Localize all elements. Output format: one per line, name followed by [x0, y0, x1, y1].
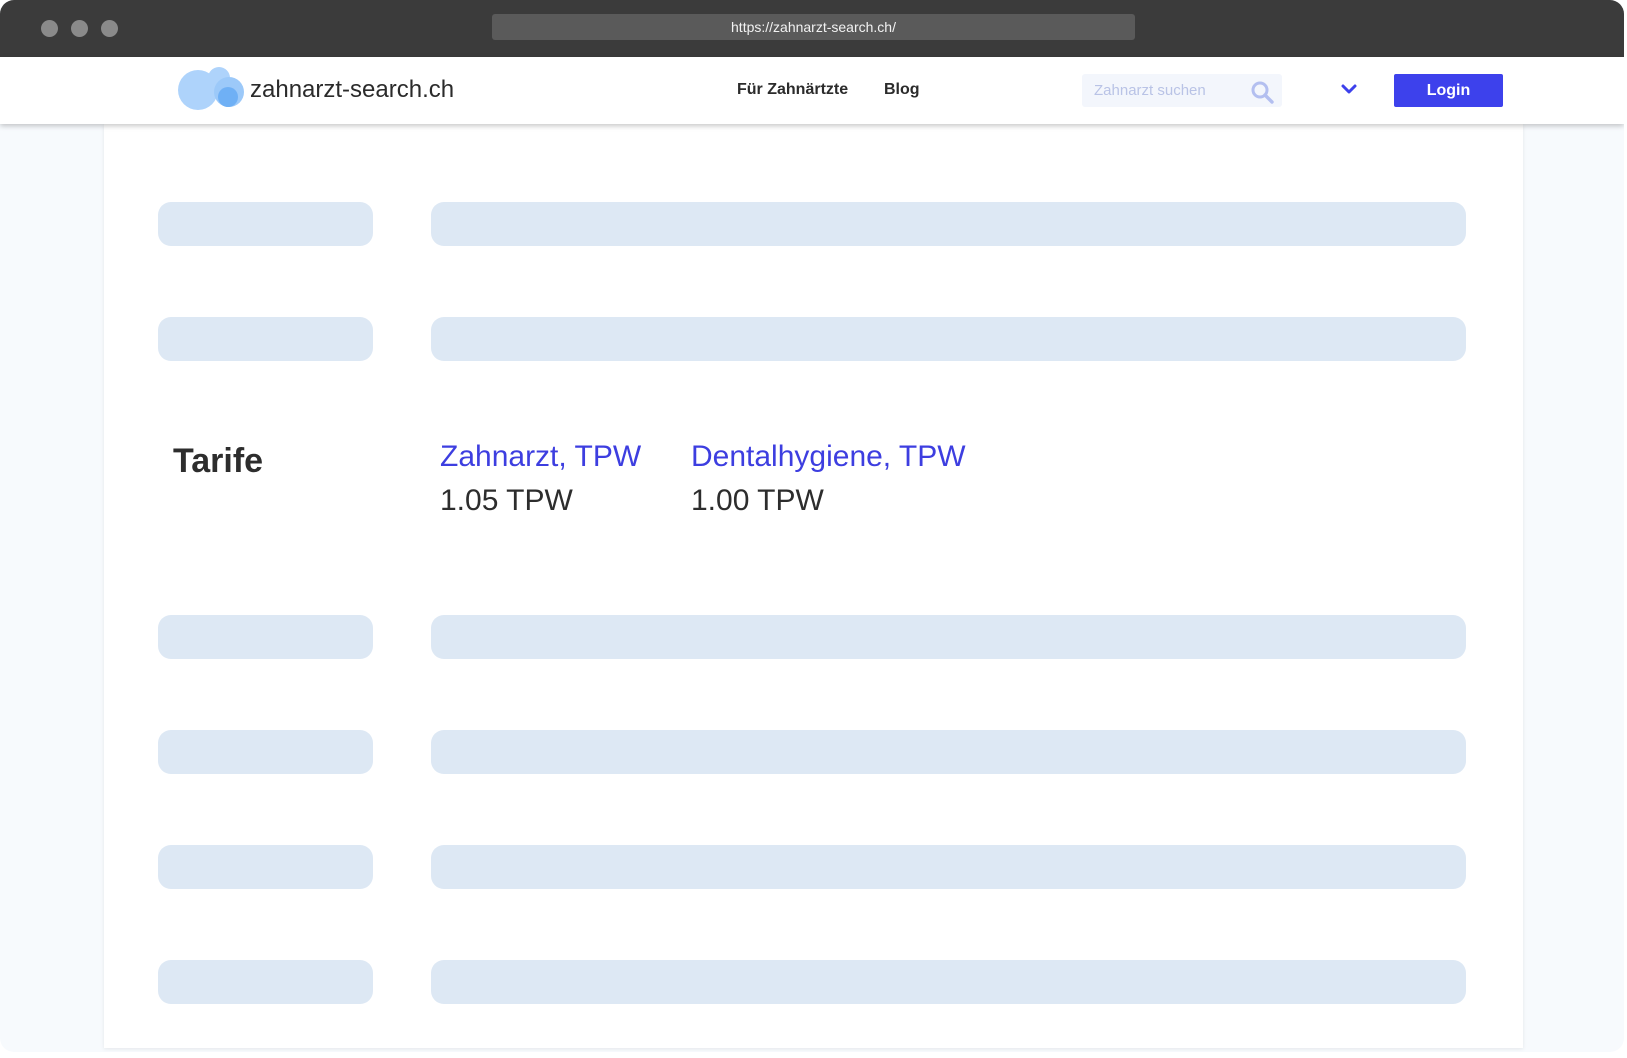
nav-blog[interactable]: Blog [884, 81, 920, 99]
browser-window: https://zahnarzt-search.ch/ zahnarzt-sea… [0, 0, 1624, 1052]
tarif-link-zahnarzt[interactable]: Zahnarzt, TPW [440, 440, 641, 474]
tarif-item-zahnarzt: Zahnarzt, TPW 1.05 TPW [440, 440, 641, 518]
skeleton-value [431, 202, 1466, 246]
skeleton-label [158, 730, 373, 774]
practice-details-card: Tarife Zahnarzt, TPW 1.05 TPW Dentalhygi… [104, 124, 1523, 1048]
search-box [1082, 74, 1282, 107]
tarif-item-dentalhygiene: Dentalhygiene, TPW 1.00 TPW [691, 440, 966, 518]
browser-titlebar: https://zahnarzt-search.ch/ [0, 0, 1624, 57]
tarif-value-dentalhygiene: 1.00 TPW [691, 484, 824, 517]
logo-text: zahnarzt-search.ch [250, 76, 455, 103]
skeleton-label [158, 960, 373, 1004]
skeleton-label [158, 317, 373, 361]
search-icon[interactable] [1250, 80, 1274, 104]
skeleton-label [158, 615, 373, 659]
login-button[interactable]: Login [1394, 74, 1503, 107]
tarife-heading: Tarife [173, 442, 264, 480]
window-close-dot[interactable] [41, 20, 58, 37]
skeleton-value [431, 615, 1466, 659]
nav-fuer-zahnaerzte[interactable]: Für Zahnärtzte [737, 81, 848, 99]
site-logo[interactable]: zahnarzt-search.ch [178, 67, 454, 113]
address-bar[interactable]: https://zahnarzt-search.ch/ [492, 14, 1135, 40]
chevron-down-icon[interactable] [1340, 82, 1358, 96]
skeleton-label [158, 202, 373, 246]
window-maximize-dot[interactable] [101, 20, 118, 37]
logo-bubbles-icon [178, 67, 248, 113]
skeleton-value [431, 730, 1466, 774]
site-header: zahnarzt-search.ch Für Zahnärtzte Blog L… [0, 57, 1624, 124]
skeleton-value [431, 960, 1466, 1004]
search-input[interactable] [1094, 74, 1244, 107]
skeleton-label [158, 845, 373, 889]
skeleton-value [431, 845, 1466, 889]
window-minimize-dot[interactable] [71, 20, 88, 37]
skeleton-value [431, 317, 1466, 361]
tarif-value-zahnarzt: 1.05 TPW [440, 484, 573, 517]
tarif-link-dentalhygiene[interactable]: Dentalhygiene, TPW [691, 440, 966, 474]
